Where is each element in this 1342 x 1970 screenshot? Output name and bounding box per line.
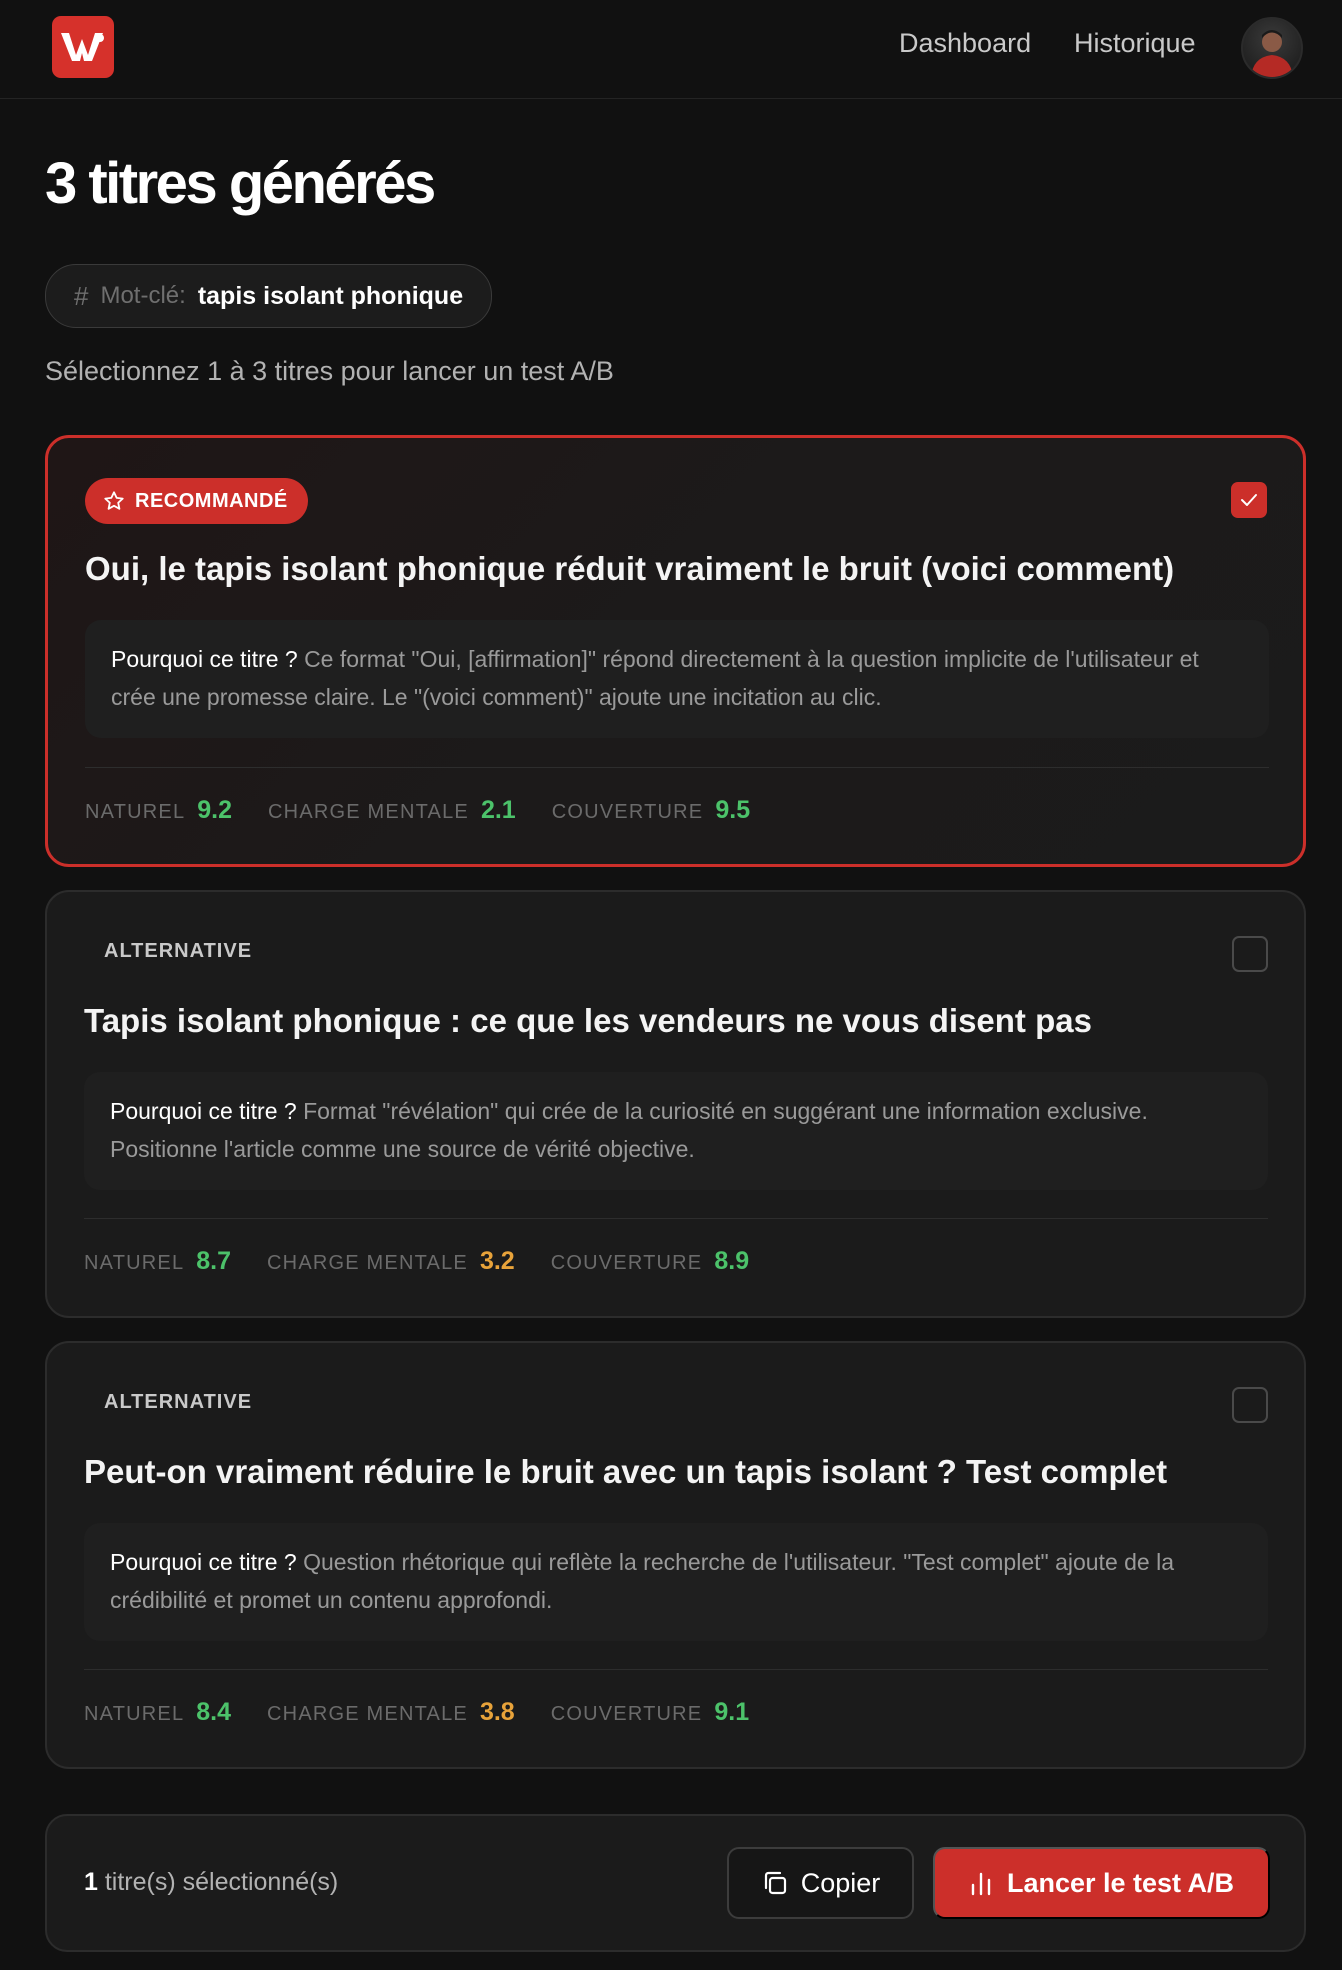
selection-count-number: 1: [84, 1868, 98, 1896]
metric-value: 2.1: [480, 796, 516, 824]
copy-button-label: Copier: [800, 1867, 881, 1898]
select-checkbox[interactable]: [1231, 482, 1267, 518]
metrics-row: NATUREL 8.4 CHARGE MENTALE 3.8 COUVERTUR…: [84, 1698, 785, 1727]
metric-value: 8.7: [196, 1247, 232, 1275]
metric-label: COUVERTURE: [551, 801, 704, 823]
generated-title: Oui, le tapis isolant phonique réduit vr…: [85, 550, 1175, 587]
reason-label: Pourquoi ce titre ?: [110, 1098, 297, 1124]
metric-label: COUVERTURE: [550, 1252, 703, 1274]
badge-label: RECOMMANDÉ: [135, 489, 288, 512]
alternative-badge: ALTERNATIVE: [104, 940, 253, 962]
reason-box: Pourquoi ce titre ? Format "révélation" …: [84, 1072, 1268, 1190]
launch-ab-test-button[interactable]: Lancer le test A/B: [933, 1847, 1270, 1919]
title-card-alternative[interactable]: ALTERNATIVE Peut-on vraiment réduire le …: [45, 1341, 1306, 1769]
reason-box: Pourquoi ce titre ? Ce format "Oui, [aff…: [85, 620, 1269, 738]
metric-couverture: COUVERTURE 8.9: [551, 1247, 749, 1276]
reason-label: Pourquoi ce titre ?: [111, 646, 298, 672]
select-checkbox[interactable]: [1232, 936, 1268, 972]
metric-naturel: NATUREL 9.2: [85, 796, 232, 825]
nav-link-historique[interactable]: Historique: [1074, 28, 1196, 59]
metric-charge-mentale: CHARGE MENTALE 3.2: [267, 1247, 515, 1276]
divider: [85, 767, 1269, 768]
generated-title: Peut-on vraiment réduire le bruit avec u…: [84, 1453, 1168, 1490]
alternative-badge: ALTERNATIVE: [104, 1391, 253, 1413]
recommended-badge: RECOMMANDÉ: [85, 478, 308, 524]
star-icon: [104, 491, 124, 510]
metric-value: 9.5: [715, 796, 751, 824]
user-avatar[interactable]: [1241, 17, 1303, 79]
reason-box: Pourquoi ce titre ? Question rhétorique …: [84, 1523, 1268, 1641]
metric-value: 9.1: [714, 1698, 750, 1726]
metric-label: CHARGE MENTALE: [267, 1252, 468, 1274]
metric-couverture: COUVERTURE 9.1: [551, 1698, 749, 1727]
metric-value: 3.2: [479, 1247, 515, 1275]
keyword-value: tapis isolant phonique: [197, 281, 464, 310]
divider: [84, 1218, 1268, 1219]
copy-button[interactable]: Copier: [727, 1847, 914, 1919]
metric-label: CHARGE MENTALE: [267, 1703, 468, 1725]
metric-naturel: NATUREL 8.4: [84, 1698, 231, 1727]
bar-chart-icon: [971, 1872, 991, 1896]
metrics-row: NATUREL 9.2 CHARGE MENTALE 2.1 COUVERTUR…: [85, 796, 786, 825]
metric-label: NATUREL: [84, 1252, 185, 1274]
metric-value: 8.4: [196, 1698, 232, 1726]
check-icon: [1241, 494, 1257, 506]
metric-value: 3.8: [479, 1698, 515, 1726]
title-card-alternative[interactable]: ALTERNATIVE Tapis isolant phonique : ce …: [45, 890, 1306, 1318]
metric-label: COUVERTURE: [550, 1703, 703, 1725]
metric-charge-mentale: CHARGE MENTALE 3.8: [267, 1698, 515, 1727]
generated-title: Tapis isolant phonique : ce que les vend…: [84, 1002, 1092, 1039]
metric-couverture: COUVERTURE 9.5: [552, 796, 750, 825]
nav-link-dashboard[interactable]: Dashboard: [899, 28, 1031, 59]
copy-icon: [764, 1871, 786, 1895]
metric-value: 8.9: [714, 1247, 750, 1275]
hash-icon: #: [74, 280, 89, 311]
metric-naturel: NATUREL 8.7: [84, 1247, 231, 1276]
keyword-label: Mot-clé:: [100, 282, 186, 309]
top-navigation-bar: Dashboard Historique: [0, 0, 1342, 99]
selection-action-bar: 1 titre(s) sélectionné(s) Copier Lancer …: [45, 1814, 1306, 1952]
selection-count: 1 titre(s) sélectionné(s): [84, 1868, 338, 1897]
page-title: 3 titres générés: [45, 151, 436, 216]
brand-logo-icon[interactable]: [52, 16, 114, 78]
metric-value: 9.2: [197, 796, 233, 824]
metric-charge-mentale: CHARGE MENTALE 2.1: [268, 796, 516, 825]
metrics-row: NATUREL 8.7 CHARGE MENTALE 3.2 COUVERTUR…: [84, 1247, 785, 1276]
title-card-recommended[interactable]: RECOMMANDÉ Oui, le tapis isolant phoniqu…: [45, 435, 1306, 867]
metric-label: NATUREL: [84, 1703, 185, 1725]
metric-label: NATUREL: [85, 801, 186, 823]
keyword-chip: # Mot-clé: tapis isolant phonique: [45, 264, 493, 328]
launch-button-label: Lancer le test A/B: [1006, 1867, 1235, 1898]
metric-label: CHARGE MENTALE: [268, 801, 469, 823]
divider: [84, 1669, 1268, 1670]
selection-instruction: Sélectionnez 1 à 3 titres pour lancer un…: [45, 356, 614, 386]
selection-count-label: titre(s) sélectionné(s): [104, 1868, 339, 1896]
reason-label: Pourquoi ce titre ?: [110, 1549, 297, 1575]
select-checkbox[interactable]: [1232, 1387, 1268, 1423]
